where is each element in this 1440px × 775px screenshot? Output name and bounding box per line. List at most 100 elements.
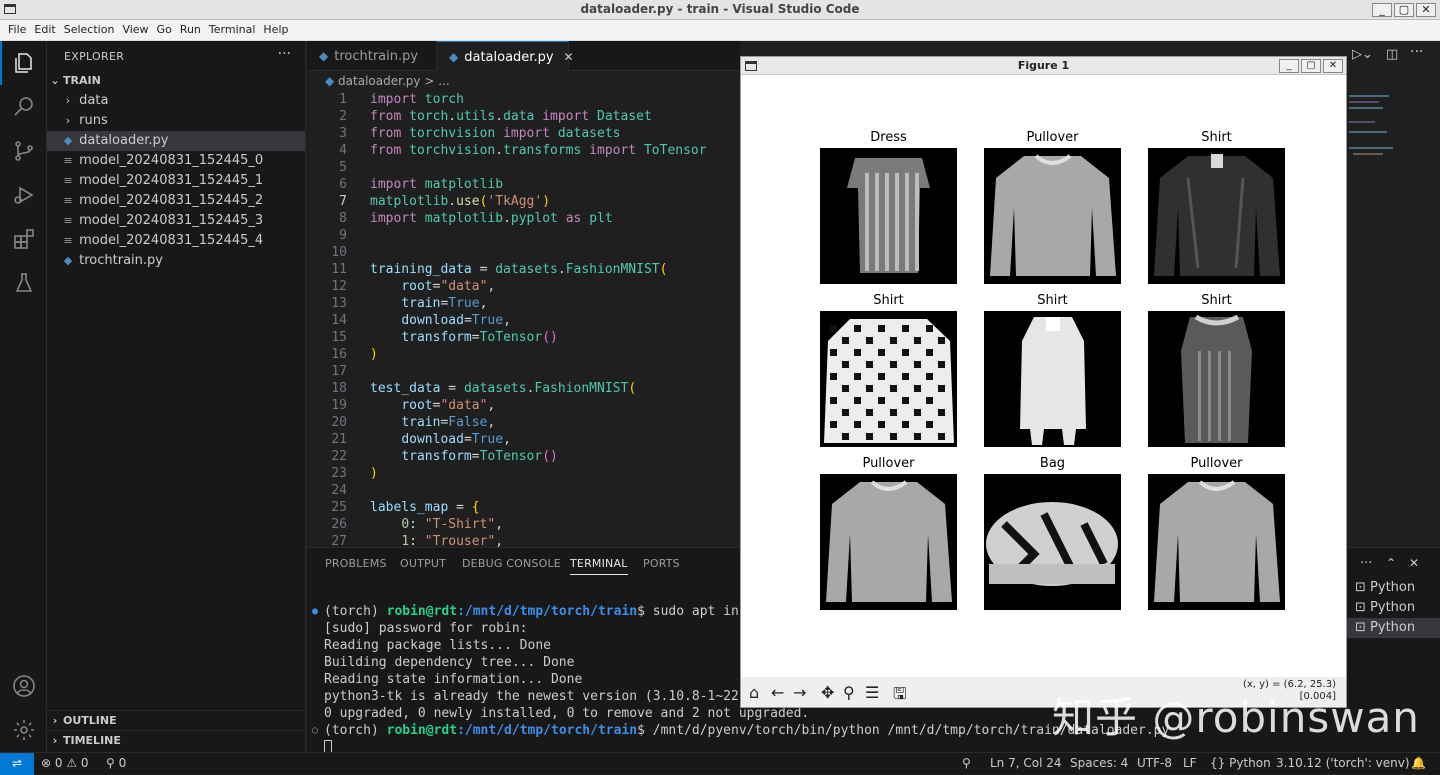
code-line[interactable]: 16) — [307, 346, 740, 363]
language-mode[interactable]: {} Python — [1210, 756, 1271, 770]
split-editor-icon[interactable]: ◫ — [1386, 47, 1398, 62]
save-icon[interactable]: 🖫 — [893, 683, 907, 710]
forward-arrow-icon[interactable]: → — [793, 683, 806, 702]
more-actions-icon[interactable]: ··· — [278, 46, 291, 62]
menu-selection[interactable]: Selection — [60, 20, 119, 36]
menu-terminal[interactable]: Terminal — [205, 20, 260, 36]
home-icon[interactable]: ⌂ — [749, 683, 759, 702]
source-control-icon[interactable] — [0, 129, 47, 173]
code-line[interactable]: 4 from torchvision.transforms import ToTe… — [307, 142, 740, 159]
code-line[interactable]: 22 transform=ToTensor() — [307, 448, 740, 465]
close-button[interactable]: ✕ — [1416, 3, 1436, 17]
menu-file[interactable]: File — [0, 20, 30, 36]
menu-go[interactable]: Go — [153, 20, 176, 36]
code-line[interactable]: 26 0: "T-Shirt", — [307, 516, 740, 533]
menu-help[interactable]: Help — [259, 20, 292, 36]
encoding[interactable]: UTF-8 — [1137, 756, 1172, 770]
configure-subplots-icon[interactable]: ☰ — [865, 683, 879, 702]
code-line[interactable]: 25 labels_map = { — [307, 499, 740, 516]
settings-gear-icon[interactable] — [0, 708, 47, 752]
run-debug-icon[interactable] — [0, 173, 47, 217]
run-file-icon[interactable]: ▷⌄ — [1352, 47, 1373, 62]
code-line[interactable]: 19 root="data", — [307, 397, 740, 414]
close-panel-icon[interactable]: ✕ — [1409, 556, 1419, 570]
code-line[interactable]: 27 1: "Trouser", — [307, 533, 740, 547]
menu-run[interactable]: Run — [176, 20, 205, 36]
code-line[interactable]: 5 — [307, 159, 740, 176]
pan-icon[interactable]: ✥ — [821, 683, 834, 702]
line-endings[interactable]: LF — [1183, 756, 1197, 770]
panel-tab-problems[interactable]: PROBLEMS — [325, 557, 387, 570]
outline-section[interactable]: › OUTLINE — [47, 710, 305, 730]
code-line[interactable]: 6 import matplotlib — [307, 176, 740, 193]
figure-close-button[interactable]: ✕ — [1323, 59, 1343, 73]
breadcrumb-file[interactable]: dataloader.py — [338, 74, 420, 88]
code-line[interactable]: 17 — [307, 363, 740, 380]
tree-file-model-1[interactable]: ≡ model_20240831_152445_1 — [47, 171, 305, 191]
tree-file-model-2[interactable]: ≡ model_20240831_152445_2 — [47, 191, 305, 211]
maximize-button[interactable]: ▢ — [1394, 3, 1414, 17]
panel-tab-debug-console[interactable]: DEBUG CONSOLE — [462, 557, 561, 570]
tab-trochtrain[interactable]: ◆ trochtrain.py — [307, 41, 437, 71]
figure-minimize-button[interactable]: _ — [1279, 59, 1299, 73]
code-line[interactable]: 13 train=True, — [307, 295, 740, 312]
problems-status[interactable]: ⊗ 0 ⚠ 0 — [41, 756, 89, 770]
code-line[interactable]: 12 root="data", — [307, 278, 740, 295]
tree-folder-data[interactable]: › data — [47, 91, 305, 111]
close-tab-icon[interactable]: ✕ — [564, 50, 574, 64]
explorer-icon[interactable] — [0, 41, 47, 85]
code-editor[interactable]: 1 import torch 2 from torch.utils.data impo… — [307, 91, 740, 547]
breadcrumb-rest[interactable]: ... — [438, 74, 449, 88]
code-line[interactable]: 11 training_data = datasets.FashionMNIST( — [307, 261, 740, 278]
panel-more-icon[interactable]: ··· — [1360, 556, 1372, 571]
python-interpreter[interactable]: 3.10.12 ('torch': venv) — [1276, 756, 1410, 770]
code-line[interactable]: 21 download=True, — [307, 431, 740, 448]
extensions-icon[interactable] — [0, 217, 47, 261]
search-icon[interactable] — [0, 85, 47, 129]
menu-view[interactable]: View — [118, 20, 152, 36]
code-line[interactable]: 18 test_data = datasets.FashionMNIST( — [307, 380, 740, 397]
figure-maximize-button[interactable]: ▢ — [1301, 59, 1321, 73]
tree-file-dataloader[interactable]: ◆ dataloader.py — [47, 131, 305, 151]
minimize-button[interactable]: _ — [1372, 3, 1392, 17]
code-line[interactable]: 8 import matplotlib.pyplot as plt — [307, 210, 740, 227]
code-line[interactable]: 14 download=True, — [307, 312, 740, 329]
tab-dataloader[interactable]: ◆ dataloader.py ✕ — [437, 41, 574, 71]
tree-file-model-4[interactable]: ≡ model_20240831_152445_4 — [47, 231, 305, 251]
more-actions-icon[interactable]: ··· — [1410, 44, 1423, 60]
panel-tab-ports[interactable]: PORTS — [643, 557, 680, 570]
cursor-position[interactable]: Ln 7, Col 24 — [990, 756, 1062, 770]
maximize-panel-icon[interactable]: ⌃ — [1386, 556, 1396, 570]
notifications-bell-icon[interactable]: 🔔 — [1411, 756, 1426, 770]
code-line[interactable]: 3 from torchvision import datasets — [307, 125, 740, 142]
code-line[interactable]: 9 — [307, 227, 740, 244]
testing-icon[interactable] — [0, 261, 47, 305]
indentation[interactable]: Spaces: 4 — [1070, 756, 1128, 770]
tree-file-model-0[interactable]: ≡ model_20240831_152445_0 — [47, 151, 305, 171]
back-arrow-icon[interactable]: ← — [771, 683, 784, 702]
tree-file-trochtrain[interactable]: ◆ trochtrain.py — [47, 251, 305, 271]
terminal-list-item[interactable]: ⊡ Python — [1347, 618, 1440, 638]
code-line[interactable]: 24 — [307, 482, 740, 499]
remote-indicator-icon[interactable]: ⇌ — [0, 753, 34, 775]
terminal-list-item[interactable]: ⊡ Python — [1347, 598, 1440, 618]
zoom-icon[interactable]: ⚲ — [843, 683, 855, 702]
ports-status[interactable]: ⚲ 0 — [106, 756, 126, 770]
code-line[interactable]: 23) — [307, 465, 740, 482]
code-line[interactable]: 7 matplotlib.use('TkAgg') — [307, 193, 740, 210]
code-line[interactable]: 1 import torch — [307, 91, 740, 108]
code-line[interactable]: 10 — [307, 244, 740, 261]
terminal-list-item[interactable]: ⊡ Python — [1347, 578, 1440, 598]
timeline-section[interactable]: › TIMELINE — [47, 730, 305, 750]
menu-edit[interactable]: Edit — [30, 20, 59, 36]
code-line[interactable]: 20 train=False, — [307, 414, 740, 431]
account-icon[interactable] — [0, 664, 47, 708]
panel-tab-terminal[interactable]: TERMINAL — [570, 557, 628, 575]
code-line[interactable]: 2 from torch.utils.data import Dataset — [307, 108, 740, 125]
tree-file-model-3[interactable]: ≡ model_20240831_152445_3 — [47, 211, 305, 231]
zoom-icon[interactable]: ⚲ — [962, 756, 971, 770]
tree-folder-runs[interactable]: › runs — [47, 111, 305, 131]
workspace-root[interactable]: ⌄ TRAIN — [47, 71, 305, 91]
code-line[interactable]: 15 transform=ToTensor() — [307, 329, 740, 346]
panel-tab-output[interactable]: OUTPUT — [400, 557, 446, 570]
